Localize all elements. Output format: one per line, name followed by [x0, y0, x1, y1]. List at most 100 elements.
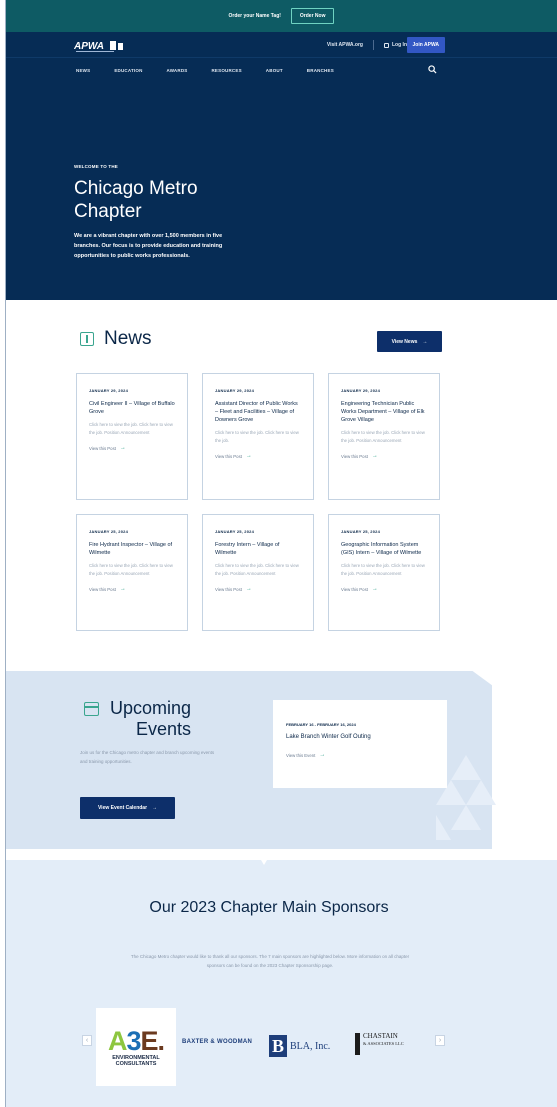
- view-event-calendar-button[interactable]: View Event Calendar →: [80, 797, 175, 819]
- nav-news[interactable]: NEWS: [76, 68, 90, 73]
- card-date: JANUARY 29, 2024: [89, 388, 128, 393]
- divider: [373, 40, 374, 50]
- events-title-line2: Events: [136, 719, 192, 739]
- site-header: APWA Visit APWA.org Log In Join APWA NEW…: [6, 32, 557, 300]
- join-apwa-button[interactable]: Join APWA: [406, 37, 445, 53]
- news-heading: News: [80, 328, 152, 350]
- nav-awards[interactable]: AWARDS: [167, 68, 188, 73]
- calendar-icon: [84, 702, 99, 716]
- nav-about[interactable]: ABOUT: [266, 68, 283, 73]
- news-card[interactable]: JANUARY 29, 2024 Engineering Technician …: [328, 373, 440, 500]
- bla-mark: B: [269, 1035, 287, 1057]
- order-now-button[interactable]: Order Now: [290, 8, 335, 24]
- card-link[interactable]: View this Post →: [341, 453, 427, 459]
- view-news-button[interactable]: View News →: [377, 331, 442, 352]
- event-link[interactable]: View this Event →: [286, 752, 435, 758]
- news-cards: JANUARY 29, 2024 Civil Engineer II – Vil…: [76, 373, 442, 631]
- news-card[interactable]: JANUARY 25, 2024 Geographic Information …: [328, 514, 440, 631]
- card-title[interactable]: Forestry Intern – Village of Wilmette: [215, 541, 301, 557]
- card-date: JANUARY 29, 2024: [215, 388, 254, 393]
- card-excerpt: Click here to view the job. Click here t…: [215, 563, 299, 576]
- arrow-right-icon: →: [371, 586, 378, 592]
- promo-text: Order your Name Tag!: [228, 13, 281, 19]
- card-link[interactable]: View this Post →: [215, 453, 301, 459]
- nav-resources[interactable]: RESOURCES: [211, 68, 241, 73]
- sponsors-title: Our 2023 Chapter Main Sponsors: [149, 899, 389, 916]
- login-label: Log In: [392, 42, 407, 48]
- sponsors-description: The Chicago Metro chapter would like to …: [130, 954, 410, 968]
- a3e-mark: A3E.: [107, 1026, 165, 1056]
- card-date: JANUARY 25, 2024: [341, 529, 380, 534]
- card-link-label: View this Post: [341, 453, 368, 459]
- visit-apwa-link[interactable]: Visit APWA.org: [327, 42, 363, 48]
- arrow-right-icon: →: [422, 338, 428, 345]
- book-icon: [80, 332, 94, 346]
- sponsor-logo-bla[interactable]: B BLA, Inc.: [269, 1035, 330, 1057]
- a3e-subtitle: ENVIRONMENTAL CONSULTANTS: [112, 1055, 160, 1067]
- arrow-right-icon: →: [319, 752, 326, 758]
- chastain-sub: & ASSOCIATES LLC: [363, 1041, 404, 1046]
- news-card[interactable]: JANUARY 29, 2024 Assistant Director of P…: [202, 373, 314, 500]
- card-title[interactable]: Assistant Director of Public Works – Fle…: [215, 400, 301, 424]
- bla-text: BLA, Inc.: [290, 1040, 331, 1052]
- chevron-left-icon: ‹: [85, 1037, 89, 1044]
- card-excerpt: Click here to view the job. Click here t…: [89, 422, 173, 435]
- news-card[interactable]: JANUARY 25, 2024 Fire Hydrant Inspector …: [76, 514, 188, 631]
- card-date: JANUARY 25, 2024: [215, 529, 254, 534]
- news-card[interactable]: JANUARY 29, 2024 Civil Engineer II – Vil…: [76, 373, 188, 500]
- carousel-next-button[interactable]: ›: [435, 1035, 445, 1046]
- chevron-right-icon: ›: [438, 1037, 442, 1044]
- nav-branches[interactable]: BRANCHES: [307, 68, 334, 73]
- sponsor-logo-chastain[interactable]: CHASTAIN & ASSOCIATES LLC: [355, 1033, 404, 1055]
- card-link-label: View this Post: [89, 445, 116, 451]
- card-link[interactable]: View this Post →: [215, 586, 301, 592]
- chastain-name: CHASTAIN: [363, 1032, 398, 1040]
- card-excerpt: Click here to view the job. Click here t…: [89, 563, 173, 576]
- card-excerpt: Click here to view the job. Click here t…: [341, 430, 425, 443]
- arrow-right-icon: →: [152, 805, 158, 811]
- chastain-bar: [355, 1033, 360, 1055]
- arrow-right-icon: →: [245, 586, 252, 592]
- logo-text: APWA: [74, 41, 104, 52]
- event-link-label: View this Event: [286, 752, 316, 758]
- apwa-logo[interactable]: APWA: [74, 39, 132, 53]
- card-link-label: View this Post: [89, 586, 116, 592]
- view-news-label: View News: [391, 338, 418, 345]
- card-link-label: View this Post: [215, 586, 242, 592]
- search-icon[interactable]: [428, 65, 437, 74]
- events-description: Join us for the Chicago metro chapter an…: [80, 750, 215, 764]
- card-link[interactable]: View this Post →: [89, 586, 175, 592]
- card-link-label: View this Post: [341, 586, 368, 592]
- news-title: News: [104, 328, 152, 349]
- hero-text: We are a vibrant chapter with over 1,500…: [74, 233, 223, 259]
- card-excerpt: Click here to view the job. Click here t…: [215, 430, 299, 443]
- top-bar: APWA Visit APWA.org Log In Join APWA: [6, 32, 557, 57]
- event-card[interactable]: FEBRUARY 16 - FEBRUARY 16, 2024 Lake Bra…: [273, 700, 447, 788]
- card-link[interactable]: View this Post →: [89, 445, 175, 451]
- nav-education[interactable]: EDUCATION: [114, 68, 142, 73]
- promo-banner: Order your Name Tag! Order Now: [6, 0, 557, 32]
- arrow-right-icon: →: [245, 453, 252, 459]
- card-date: JANUARY 29, 2024: [341, 388, 380, 393]
- card-title[interactable]: Geographic Information System (GIS) Inte…: [341, 541, 427, 557]
- news-card[interactable]: JANUARY 25, 2024 Forestry Intern – Villa…: [202, 514, 314, 631]
- card-title[interactable]: Engineering Technician Public Works Depa…: [341, 400, 427, 424]
- events-title: Upcoming: [110, 698, 192, 718]
- sponsor-logo-a3e[interactable]: A3E. ENVIRONMENTAL CONSULTANTS: [96, 1008, 176, 1086]
- arrow-right-icon: →: [371, 453, 378, 459]
- view-event-calendar-label: View Event Calendar: [97, 805, 148, 811]
- card-date: JANUARY 25, 2024: [89, 529, 128, 534]
- login-link[interactable]: Log In: [384, 42, 407, 48]
- hero-kicker: WELCOME TO THE: [74, 164, 118, 169]
- sponsor-logo-baxter-woodman[interactable]: BAXTER & WOODMAN: [182, 1039, 252, 1045]
- card-link[interactable]: View this Post →: [341, 586, 427, 592]
- card-title[interactable]: Fire Hydrant Inspector – Village of Wilm…: [89, 541, 175, 557]
- card-title[interactable]: Civil Engineer II – Village of Buffalo G…: [89, 400, 175, 416]
- hero: WELCOME TO THE Chicago Metro Chapter We …: [74, 164, 274, 261]
- event-title[interactable]: Lake Branch Winter Golf Outing: [286, 734, 435, 740]
- card-excerpt: Click here to view the job. Click here t…: [341, 563, 425, 576]
- event-date: FEBRUARY 16 - FEBRUARY 16, 2024: [286, 722, 356, 727]
- hero-title: Chicago Metro Chapter: [74, 178, 198, 222]
- carousel-prev-button[interactable]: ‹: [82, 1035, 92, 1046]
- arrow-right-icon: →: [119, 445, 126, 451]
